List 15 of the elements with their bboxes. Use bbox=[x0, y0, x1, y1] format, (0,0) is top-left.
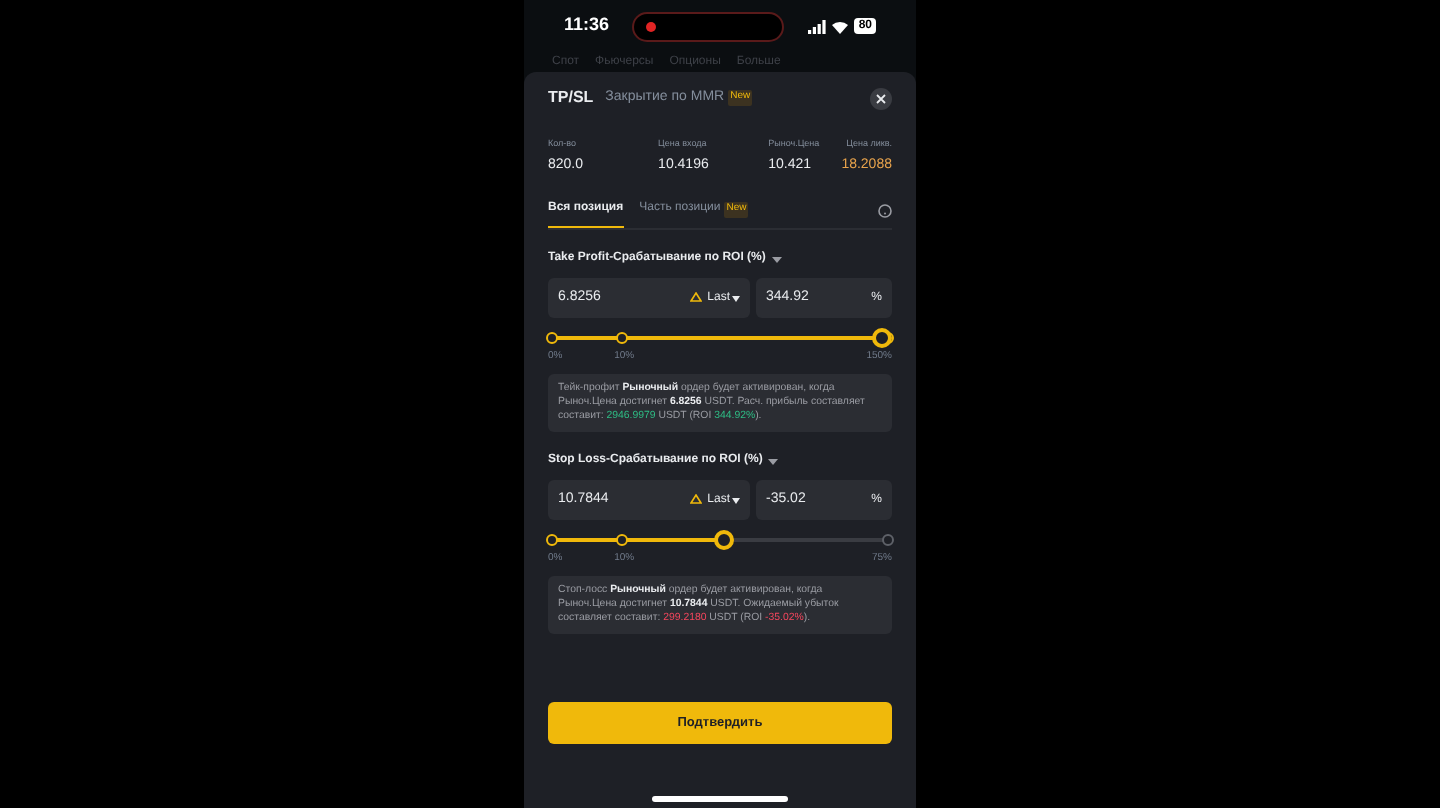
signal-icon bbox=[808, 19, 827, 33]
sheet-title: TP/SL bbox=[548, 86, 594, 110]
slider-thumb[interactable] bbox=[713, 530, 734, 551]
caret-icon[interactable] bbox=[771, 255, 782, 264]
status-time: 11:36 bbox=[564, 12, 610, 39]
caret-icon[interactable] bbox=[768, 457, 779, 466]
caret-icon bbox=[732, 295, 740, 302]
wifi-icon bbox=[832, 19, 849, 33]
close-button[interactable] bbox=[870, 87, 892, 109]
caret-icon bbox=[732, 497, 740, 504]
close-icon bbox=[876, 93, 886, 103]
slider-thumb[interactable] bbox=[872, 328, 892, 349]
slider-track[interactable] bbox=[548, 328, 892, 349]
slider-track[interactable] bbox=[548, 530, 892, 551]
help-icon[interactable] bbox=[878, 203, 892, 218]
